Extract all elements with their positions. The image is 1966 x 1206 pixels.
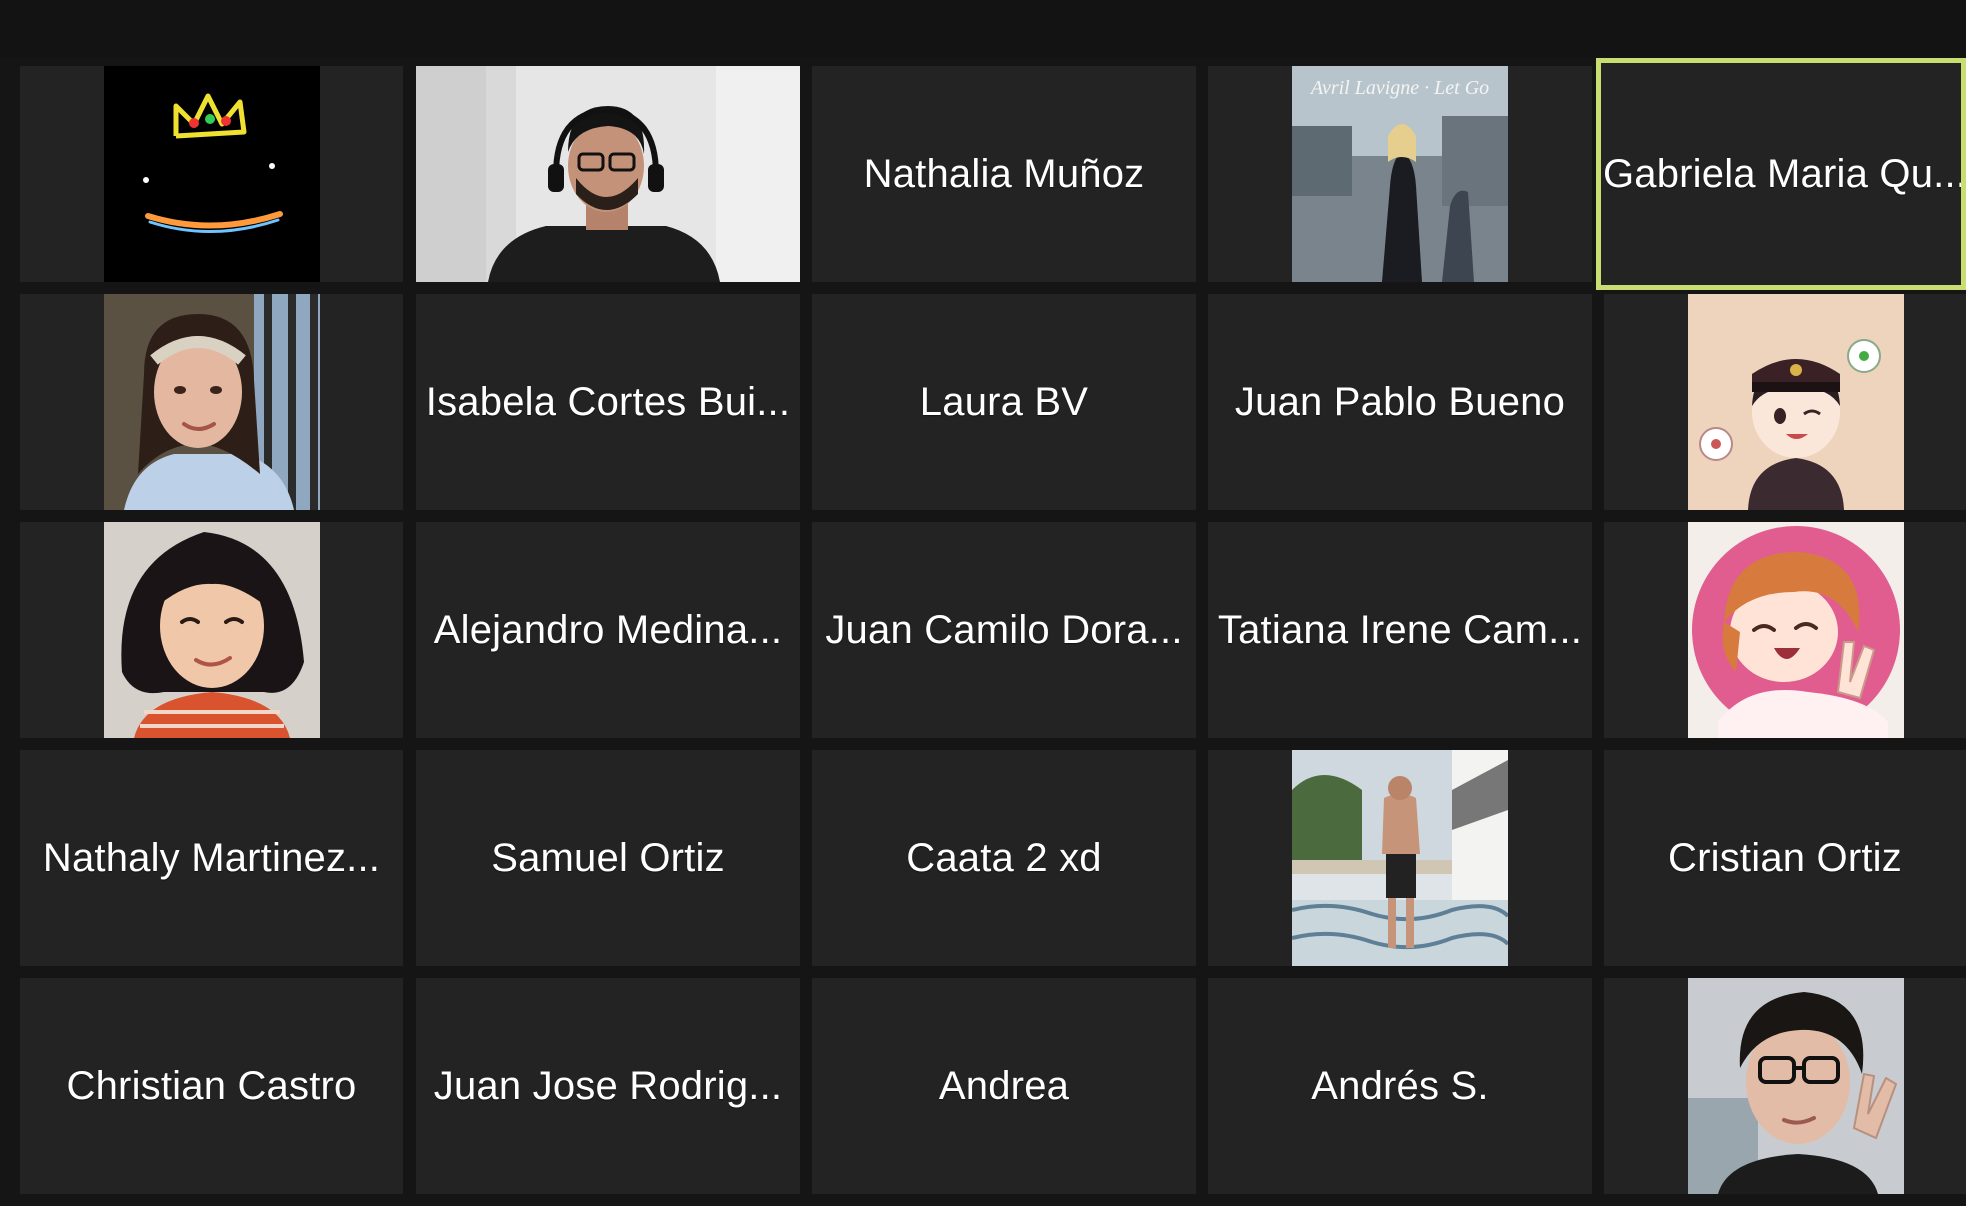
participant-name: Juan Pablo Bueno: [1234, 379, 1566, 424]
participant-tile[interactable]: Alejandro Medina...: [416, 522, 800, 738]
participant-tile[interactable]: Juan Camilo Dora...: [812, 522, 1196, 738]
participant-name: Cristian Ortiz: [1668, 835, 1902, 880]
participant-tile[interactable]: Andrés S.: [1208, 978, 1592, 1194]
participant-tile[interactable]: Laura BV: [812, 294, 1196, 510]
participant-name: Alejandro Medina...: [433, 607, 783, 652]
participant-name: Andrés S.: [1311, 1063, 1489, 1108]
participant-tile[interactable]: Juan Pablo Bueno: [1208, 294, 1592, 510]
participant-name: Christian Castro: [66, 1063, 357, 1108]
participant-video-tile[interactable]: [416, 66, 800, 282]
participant-tile[interactable]: [1604, 294, 1966, 510]
participant-tile[interactable]: [1604, 978, 1966, 1194]
participant-name: Isabela Cortes Bui...: [425, 379, 791, 424]
participant-tile[interactable]: Caata 2 xd: [812, 750, 1196, 966]
participant-tile[interactable]: Samuel Ortiz: [416, 750, 800, 966]
participant-tile[interactable]: Tatiana Irene Cam...: [1208, 522, 1592, 738]
participant-tile[interactable]: Nathaly Martinez...: [20, 750, 403, 966]
participant-name: Tatiana Irene Cam...: [1217, 607, 1583, 652]
participant-tile[interactable]: Juan Jose Rodrig...: [416, 978, 800, 1194]
participant-name: Nathaly Martinez...: [42, 835, 381, 880]
woman-with-headband-photo: [104, 294, 320, 510]
participant-name: Gabriela Maria Qu...: [1602, 151, 1966, 196]
crown-smile-icon: [104, 66, 320, 282]
album-cover-avatar: Avril Lavigne · Let Go: [1292, 66, 1508, 282]
participant-tile[interactable]: Nathalia Muñoz: [812, 66, 1196, 282]
young-woman-photo: [104, 522, 320, 738]
participant-name: Samuel Ortiz: [491, 835, 725, 880]
participant-tile[interactable]: [20, 294, 403, 510]
album-title-text: Avril Lavigne · Let Go: [1309, 77, 1489, 99]
participant-tile[interactable]: Christian Castro: [20, 978, 403, 1194]
anime-girl-peace-sign-avatar: [1688, 522, 1904, 738]
participant-name: Andrea: [938, 1063, 1070, 1108]
video-grid: Nathalia Muñoz Avril Lavigne · Let Go Ga…: [0, 0, 1966, 1206]
participant-tile-active-speaker[interactable]: Gabriela Maria Qu...: [1596, 58, 1966, 290]
participant-tile[interactable]: Isabela Cortes Bui...: [416, 294, 800, 510]
man-with-headset-video: [416, 66, 800, 282]
boy-with-glasses-photo: [1688, 978, 1904, 1194]
participant-tile[interactable]: [1604, 522, 1966, 738]
participant-tile[interactable]: Avril Lavigne · Let Go: [1208, 66, 1592, 282]
participant-tile[interactable]: Andrea: [812, 978, 1196, 1194]
participant-tile[interactable]: [1208, 750, 1592, 966]
participant-name: Laura BV: [919, 379, 1089, 424]
participant-name: Caata 2 xd: [906, 835, 1102, 880]
participant-name: Nathalia Muñoz: [863, 151, 1145, 196]
shirtless-man-terrace-photo: [1292, 750, 1508, 966]
participant-tile[interactable]: [20, 66, 403, 282]
anime-boy-with-cap-avatar: [1688, 294, 1904, 510]
participant-name: Juan Jose Rodrig...: [433, 1063, 783, 1108]
participant-name: Juan Camilo Dora...: [825, 607, 1183, 652]
participant-tile[interactable]: [20, 522, 403, 738]
participant-tile[interactable]: Cristian Ortiz: [1604, 750, 1966, 966]
